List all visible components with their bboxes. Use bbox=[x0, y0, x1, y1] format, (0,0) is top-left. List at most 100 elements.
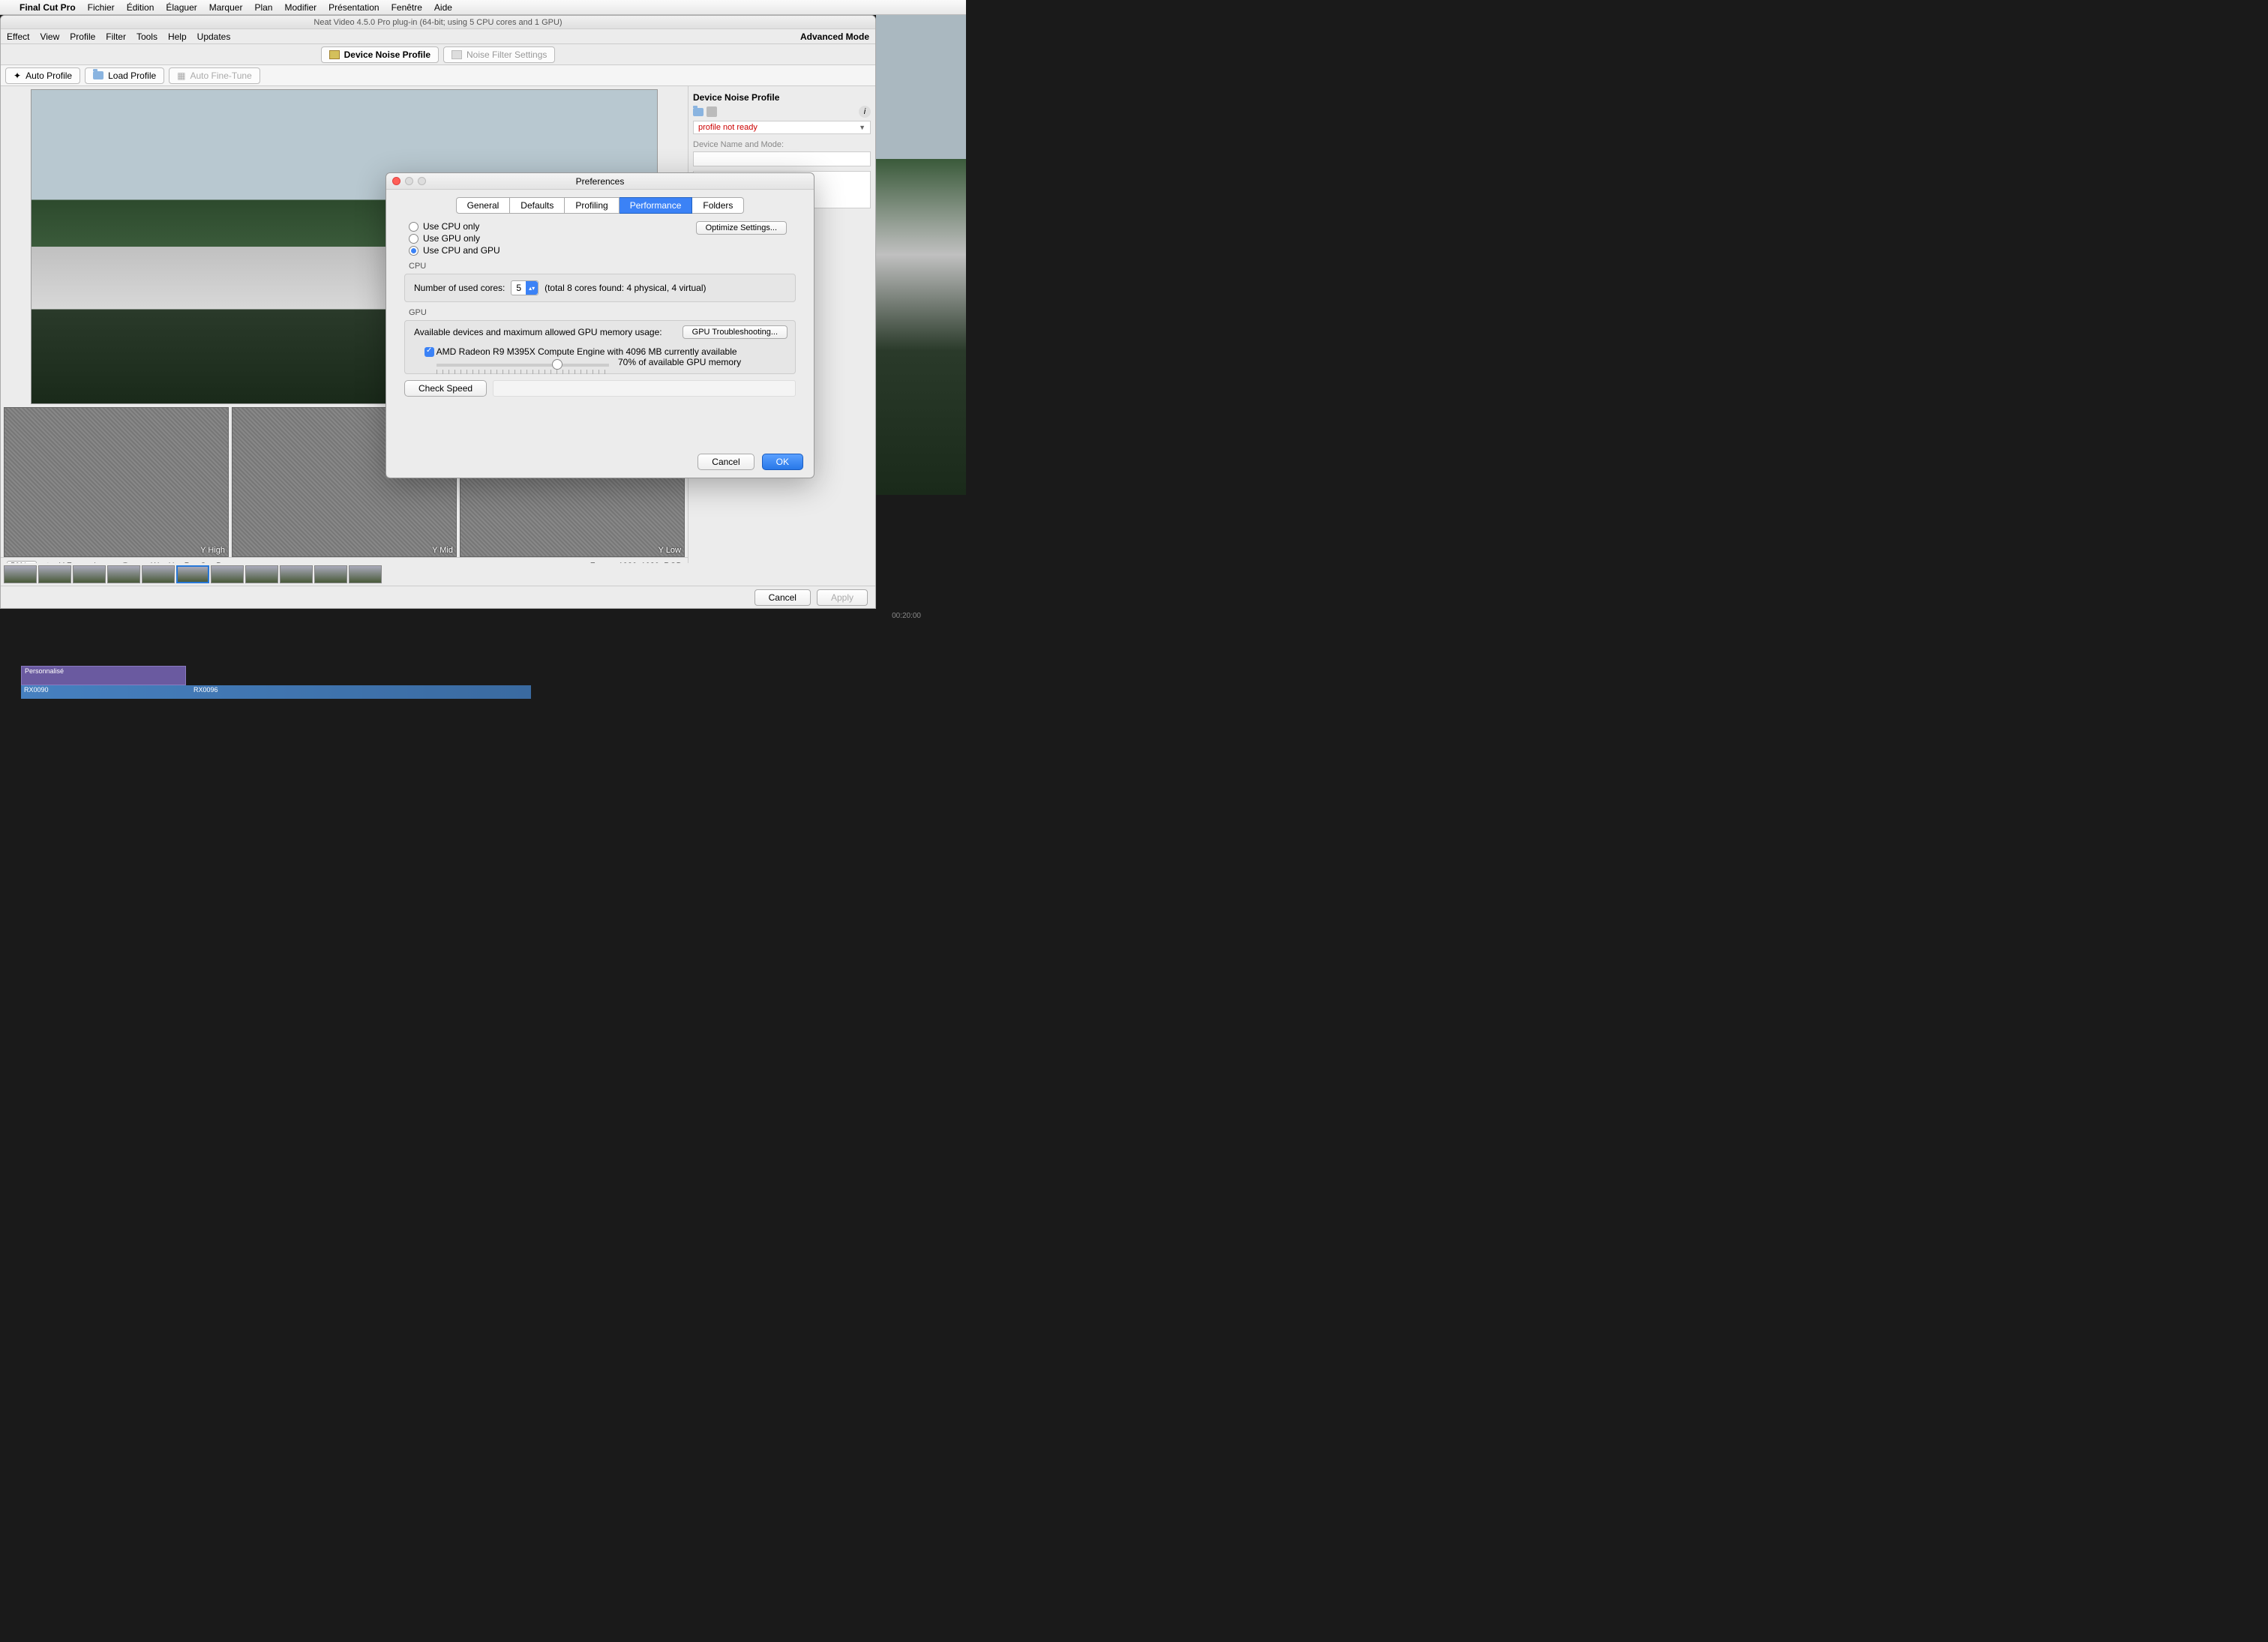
prefs-titlebar[interactable]: Preferences bbox=[386, 173, 814, 190]
tab-general[interactable]: General bbox=[456, 197, 511, 214]
clip-a-label: RX0090 bbox=[24, 686, 49, 694]
side-disk-icon[interactable] bbox=[706, 106, 717, 117]
tab-noise-filter-settings[interactable]: Noise Filter Settings bbox=[443, 46, 555, 63]
menu-fenetre[interactable]: Fenêtre bbox=[392, 2, 422, 13]
radio-cpu-label: Use CPU only bbox=[423, 221, 479, 232]
menu-view[interactable]: View bbox=[40, 31, 59, 42]
menu-plan[interactable]: Plan bbox=[254, 2, 272, 13]
minimize-icon bbox=[405, 177, 413, 185]
plugin-titlebar: Neat Video 4.5.0 Pro plug-in (64-bit; us… bbox=[1, 16, 875, 29]
profile-tab-icon bbox=[329, 50, 340, 59]
gpu-device-name: AMD Radeon R9 M395X Compute Engine with … bbox=[436, 346, 737, 357]
profile-status-dropdown[interactable]: profile not ready ▼ bbox=[693, 121, 871, 134]
gpu-section-label: GPU bbox=[409, 308, 802, 317]
gpu-device-checkbox[interactable] bbox=[424, 347, 434, 357]
gpu-troubleshooting-button[interactable]: GPU Troubleshooting... bbox=[682, 325, 788, 339]
close-icon[interactable] bbox=[392, 177, 400, 185]
frame-thumb[interactable] bbox=[4, 565, 37, 583]
fcp-viewer-background bbox=[876, 15, 966, 495]
menu-tools[interactable]: Tools bbox=[136, 31, 158, 42]
radio-gpu-only[interactable]: Use GPU only bbox=[409, 233, 802, 244]
menu-edition[interactable]: Édition bbox=[127, 2, 154, 13]
cores-stepper[interactable]: 5 ▴▾ bbox=[511, 280, 538, 295]
cores-label: Number of used cores: bbox=[414, 283, 505, 293]
menu-filter[interactable]: Filter bbox=[106, 31, 126, 42]
frame-thumb[interactable] bbox=[280, 565, 313, 583]
cores-info: (total 8 cores found: 4 physical, 4 virt… bbox=[544, 283, 706, 293]
prefs-cancel-button[interactable]: Cancel bbox=[698, 454, 754, 470]
tab-profiling[interactable]: Profiling bbox=[565, 197, 619, 214]
gpu-group: GPU Troubleshooting... Available devices… bbox=[404, 320, 796, 374]
menu-effect[interactable]: Effect bbox=[7, 31, 29, 42]
menu-fichier[interactable]: Fichier bbox=[88, 2, 115, 13]
tab-profile-label: Device Noise Profile bbox=[344, 49, 430, 60]
tab-defaults[interactable]: Defaults bbox=[510, 197, 565, 214]
fcp-timeline: 00:20:00 Personnalisé RX0090 RX0096 bbox=[0, 609, 966, 699]
tab-performance[interactable]: Performance bbox=[620, 197, 693, 214]
menu-presentation[interactable]: Présentation bbox=[328, 2, 379, 13]
frame-thumb[interactable] bbox=[107, 565, 140, 583]
optimize-settings-button[interactable]: Optimize Settings... bbox=[696, 221, 787, 235]
frame-thumb[interactable] bbox=[245, 565, 278, 583]
frame-thumbnails bbox=[1, 563, 875, 586]
tune-icon: ▦ bbox=[177, 70, 185, 81]
traffic-lights bbox=[392, 177, 426, 185]
tab-folders[interactable]: Folders bbox=[692, 197, 744, 214]
app-name[interactable]: Final Cut Pro bbox=[20, 2, 76, 13]
menu-help[interactable]: Help bbox=[168, 31, 187, 42]
cores-value: 5 bbox=[512, 283, 526, 293]
profile-toolbar: ✦ Auto Profile Load Profile ▦ Auto Fine-… bbox=[1, 65, 875, 86]
radio-gpu-label: Use GPU only bbox=[423, 233, 480, 244]
menu-elaguer[interactable]: Élaguer bbox=[166, 2, 196, 13]
frame-thumb[interactable] bbox=[142, 565, 175, 583]
frame-thumb[interactable] bbox=[349, 565, 382, 583]
stepper-arrows-icon[interactable]: ▴▾ bbox=[526, 281, 538, 295]
prefs-ok-button[interactable]: OK bbox=[762, 454, 803, 470]
auto-profile-button[interactable]: ✦ Auto Profile bbox=[5, 67, 80, 84]
auto-finetune-label: Auto Fine-Tune bbox=[190, 70, 252, 81]
radio-cpu-and-gpu[interactable]: Use CPU and GPU bbox=[409, 245, 802, 256]
auto-finetune-button: ▦ Auto Fine-Tune bbox=[169, 67, 260, 84]
plugin-main-tabs: Device Noise Profile Noise Filter Settin… bbox=[1, 44, 875, 65]
menu-marquer[interactable]: Marquer bbox=[209, 2, 243, 13]
menu-updates[interactable]: Updates bbox=[197, 31, 231, 42]
gpu-memory-slider[interactable] bbox=[436, 364, 609, 367]
frame-thumb[interactable] bbox=[73, 565, 106, 583]
load-profile-button[interactable]: Load Profile bbox=[85, 67, 164, 84]
frame-thumb[interactable] bbox=[211, 565, 244, 583]
cpu-section-label: CPU bbox=[409, 262, 802, 271]
plugin-footer: Cancel Apply bbox=[1, 586, 875, 608]
prefs-tabs: General Defaults Profiling Performance F… bbox=[386, 197, 814, 214]
plugin-cancel-button[interactable]: Cancel bbox=[754, 589, 811, 606]
timeline-clip-video[interactable]: RX0090 RX0096 bbox=[21, 685, 531, 699]
filter-tab-icon bbox=[452, 50, 462, 59]
menu-aide[interactable]: Aide bbox=[434, 2, 452, 13]
noise-preview-high[interactable]: Y High bbox=[4, 407, 229, 557]
tab-device-noise-profile[interactable]: Device Noise Profile bbox=[321, 46, 439, 63]
noise-low-label: Y Low bbox=[658, 546, 681, 555]
advanced-mode-label[interactable]: Advanced Mode bbox=[800, 31, 869, 42]
auto-profile-label: Auto Profile bbox=[26, 70, 72, 81]
gpu-memory-percent: 70% of available GPU memory bbox=[618, 357, 741, 367]
side-title: Device Noise Profile bbox=[693, 92, 871, 103]
timeline-clip-effect[interactable]: Personnalisé bbox=[21, 666, 186, 685]
preferences-dialog: Preferences General Defaults Profiling P… bbox=[386, 172, 814, 478]
plugin-menubar: Effect View Profile Filter Tools Help Up… bbox=[1, 29, 875, 44]
menu-profile[interactable]: Profile bbox=[70, 31, 95, 42]
plugin-apply-button: Apply bbox=[817, 589, 868, 606]
frame-thumb-selected[interactable] bbox=[176, 565, 209, 583]
device-name-label: Device Name and Mode: bbox=[693, 140, 871, 149]
device-name-input[interactable] bbox=[693, 151, 871, 166]
frame-thumb[interactable] bbox=[38, 565, 71, 583]
menu-modifier[interactable]: Modifier bbox=[284, 2, 316, 13]
check-speed-button[interactable]: Check Speed bbox=[404, 380, 487, 397]
check-speed-result bbox=[493, 380, 796, 397]
load-profile-label: Load Profile bbox=[108, 70, 156, 81]
wand-icon: ✦ bbox=[14, 70, 21, 81]
prefs-title-text: Preferences bbox=[386, 176, 814, 187]
info-icon[interactable]: i bbox=[859, 106, 871, 118]
tab-filter-label: Noise Filter Settings bbox=[466, 49, 547, 60]
side-folder-icon[interactable] bbox=[693, 108, 704, 116]
frame-thumb[interactable] bbox=[314, 565, 347, 583]
noise-mid-label: Y Mid bbox=[432, 546, 453, 555]
